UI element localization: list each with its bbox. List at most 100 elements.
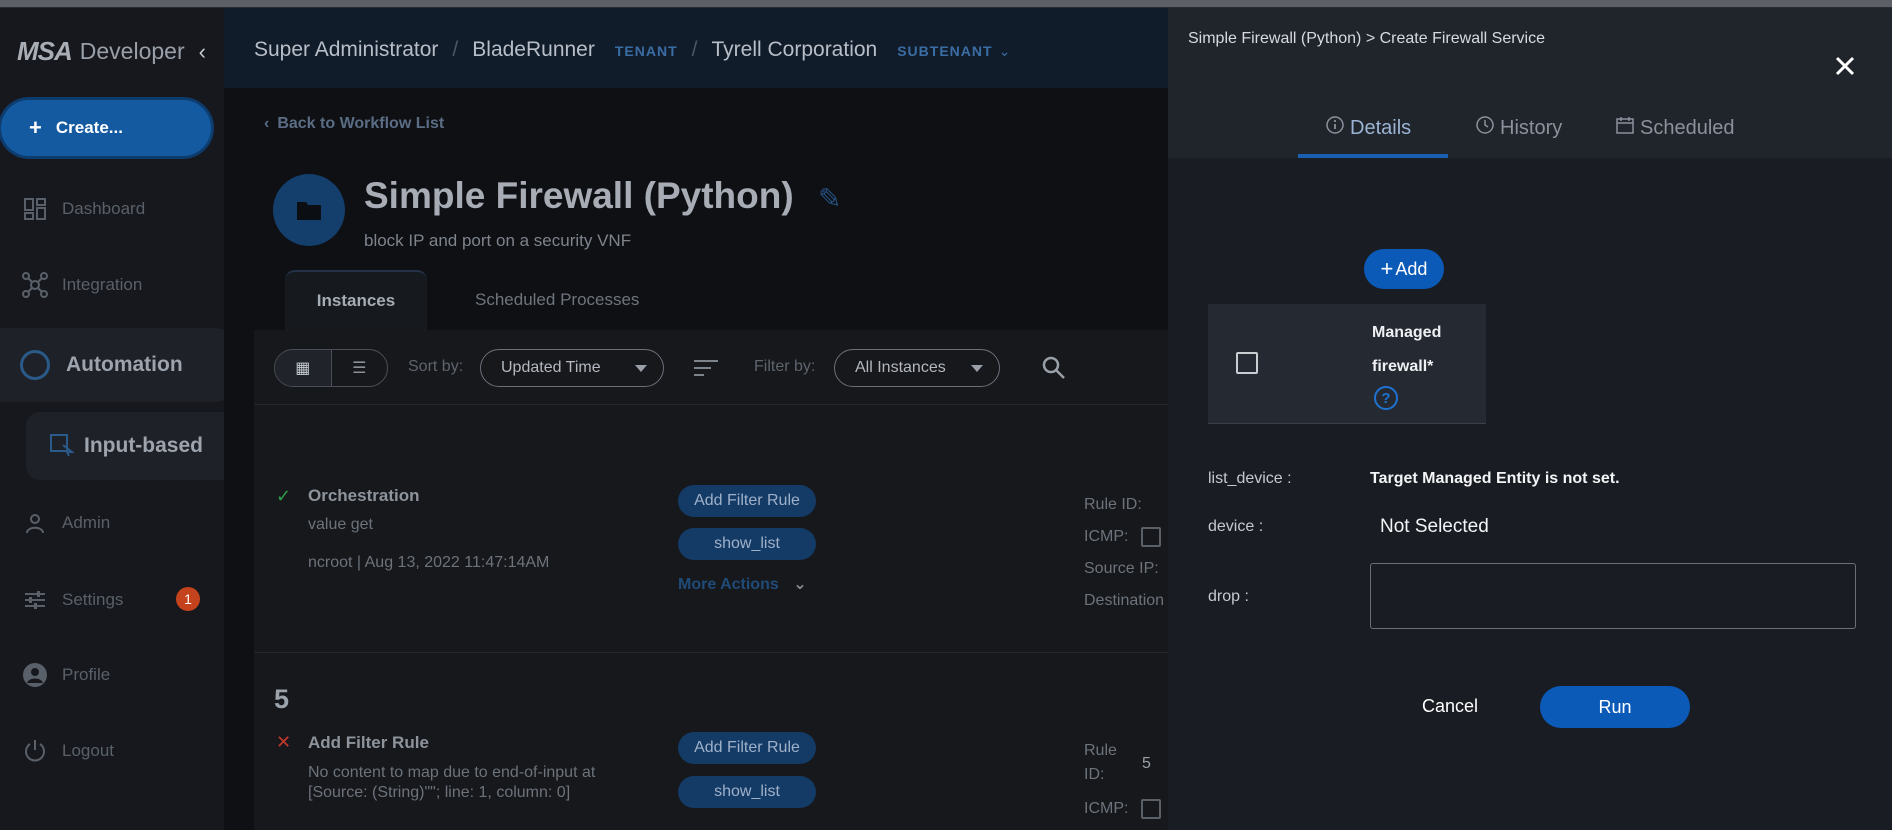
field-label: Source IP: [1084, 560, 1159, 577]
sidebar-item-profile[interactable]: Profile [22, 662, 110, 688]
search-icon[interactable] [1042, 356, 1066, 385]
tab-instances[interactable]: Instances [285, 270, 427, 330]
list-view-icon[interactable]: ☰ [332, 350, 388, 386]
integration-icon [22, 272, 48, 298]
profile-icon [22, 662, 48, 688]
show-list-button[interactable]: show_list [678, 776, 816, 808]
tab-details[interactable]: Details [1326, 116, 1411, 140]
plus-icon: + [1380, 256, 1394, 281]
edit-icon[interactable]: ✎ [818, 182, 841, 215]
collapse-sidebar-icon[interactable]: ‹ [199, 39, 206, 65]
subtenant-tag[interactable]: SUBTENANT [897, 43, 992, 59]
instance-title[interactable]: Add Filter Rule [308, 733, 429, 753]
success-icon: ✓ [276, 486, 292, 506]
sidebar-item-automation[interactable]: Automation [0, 328, 250, 402]
drop-label: drop : [1208, 588, 1249, 605]
sort-value: Updated Time [501, 359, 601, 376]
divider [254, 652, 1168, 653]
device-label: device : [1208, 518, 1264, 535]
sidebar-item-label: Admin [62, 513, 111, 532]
sidebar-item-label: Profile [62, 665, 111, 684]
admin-icon [22, 510, 48, 536]
sort-order-icon[interactable] [694, 358, 718, 383]
automation-icon [20, 350, 50, 380]
tenant-tag: TENANT [614, 43, 678, 59]
icmp-checkbox[interactable] [1141, 799, 1161, 819]
run-button[interactable]: Run [1540, 686, 1690, 728]
select-all-checkbox[interactable] [1236, 352, 1258, 374]
add-filter-rule-button[interactable]: Add Filter Rule [678, 732, 816, 764]
show-list-button[interactable]: show_list [678, 528, 816, 560]
breadcrumb: Super Administrator / BladeRunner TENANT… [254, 38, 1010, 62]
sort-label: Sort by: [408, 358, 464, 375]
tab-scheduled[interactable]: Scheduled [1616, 116, 1735, 140]
sidebar-item-logout[interactable]: Logout [22, 738, 114, 764]
tab-scheduled-processes[interactable]: Scheduled Processes [475, 290, 639, 310]
create-label: Create... [55, 118, 123, 137]
instance-number: 5 [274, 684, 290, 714]
folder-icon [273, 174, 345, 246]
managed-firewall-table: Managed firewall* ? [1208, 304, 1486, 424]
field-label: Rule [1084, 742, 1117, 759]
sidebar-item-label: Settings [62, 590, 124, 609]
sidebar-item-settings[interactable]: Settings [22, 587, 123, 613]
device-select[interactable]: Not Selected [1380, 516, 1489, 538]
icmp-checkbox[interactable] [1141, 527, 1161, 547]
close-icon[interactable] [1832, 53, 1858, 79]
add-filter-rule-button[interactable]: Add Filter Rule [678, 485, 816, 517]
sidebar-item-label: Logout [62, 741, 114, 760]
add-button[interactable]: + Add [1364, 249, 1444, 289]
settings-icon [22, 587, 48, 613]
breadcrumb-subtenant[interactable]: Tyrell Corporation [711, 38, 877, 62]
notification-badge: 1 [176, 587, 200, 611]
breadcrumb-user[interactable]: Super Administrator [254, 38, 438, 62]
sidebar-item-label: Automation [66, 353, 183, 376]
drop-field[interactable] [1370, 563, 1856, 629]
page-title: Simple Firewall (Python) [364, 175, 794, 216]
error-icon: ✕ [276, 732, 292, 752]
sidebar-item-label: Integration [62, 275, 143, 294]
chevron-down-icon: ⌄ [793, 576, 807, 593]
sidebar-item-label: Dashboard [62, 199, 146, 218]
sidebar-item-input-based[interactable]: Input-based [26, 412, 240, 480]
tab-label: History [1500, 116, 1563, 139]
sort-select[interactable]: Updated Time [480, 349, 664, 387]
active-tab-indicator [1298, 154, 1448, 158]
field-label: ICMP: [1084, 528, 1129, 545]
app-window: MSA Developer ‹ + Create... Dashboard In… [0, 0, 1892, 830]
list-device-label: list_device : [1208, 470, 1292, 487]
sidebar-item-admin[interactable]: Admin [22, 510, 110, 536]
field-value: 5 [1142, 755, 1151, 772]
tab-history[interactable]: History [1476, 116, 1562, 140]
more-actions-label: More Actions [678, 576, 779, 593]
back-link[interactable]: ‹ Back to Workflow List [264, 115, 444, 133]
more-actions-link[interactable]: More Actions ⌄ [678, 574, 807, 594]
breadcrumb-tenant[interactable]: BladeRunner [472, 38, 595, 62]
sidebar: MSA Developer ‹ + Create... Dashboard In… [0, 8, 250, 830]
help-icon[interactable]: ? [1374, 386, 1398, 410]
calendar-icon [1616, 116, 1634, 140]
tab-label: Details [1350, 116, 1412, 139]
filter-select[interactable]: All Instances [834, 349, 1000, 387]
caret-down-icon [635, 365, 647, 372]
sidebar-item-dashboard[interactable]: Dashboard [22, 196, 145, 222]
breadcrumb-separator: / [452, 38, 459, 61]
plus-icon: + [29, 115, 42, 140]
drawer-breadcrumb: Simple Firewall (Python) > Create Firewa… [1188, 30, 1545, 47]
instance-title[interactable]: Orchestration [308, 486, 419, 506]
add-label: Add [1395, 258, 1428, 279]
column-header: Managed [1372, 324, 1442, 341]
cancel-button[interactable]: Cancel [1410, 686, 1490, 726]
chevron-down-icon[interactable]: ⌄ [999, 43, 1011, 60]
instance-subtitle: value get [308, 516, 373, 533]
create-button[interactable]: + Create... [1, 100, 211, 156]
grid-view-icon[interactable]: ▦ [275, 350, 332, 386]
column-header: firewall* [1372, 358, 1434, 375]
sidebar-item-label: Input-based [84, 434, 203, 457]
dashboard-icon [22, 196, 48, 222]
instance-meta: ncroot | Aug 13, 2022 11:47:14AM [308, 554, 550, 571]
breadcrumb-separator: / [691, 38, 698, 61]
logout-icon [22, 738, 48, 764]
sidebar-item-integration[interactable]: Integration [22, 272, 142, 298]
instance-subtitle: No content to map due to end-of-input at… [308, 764, 596, 801]
